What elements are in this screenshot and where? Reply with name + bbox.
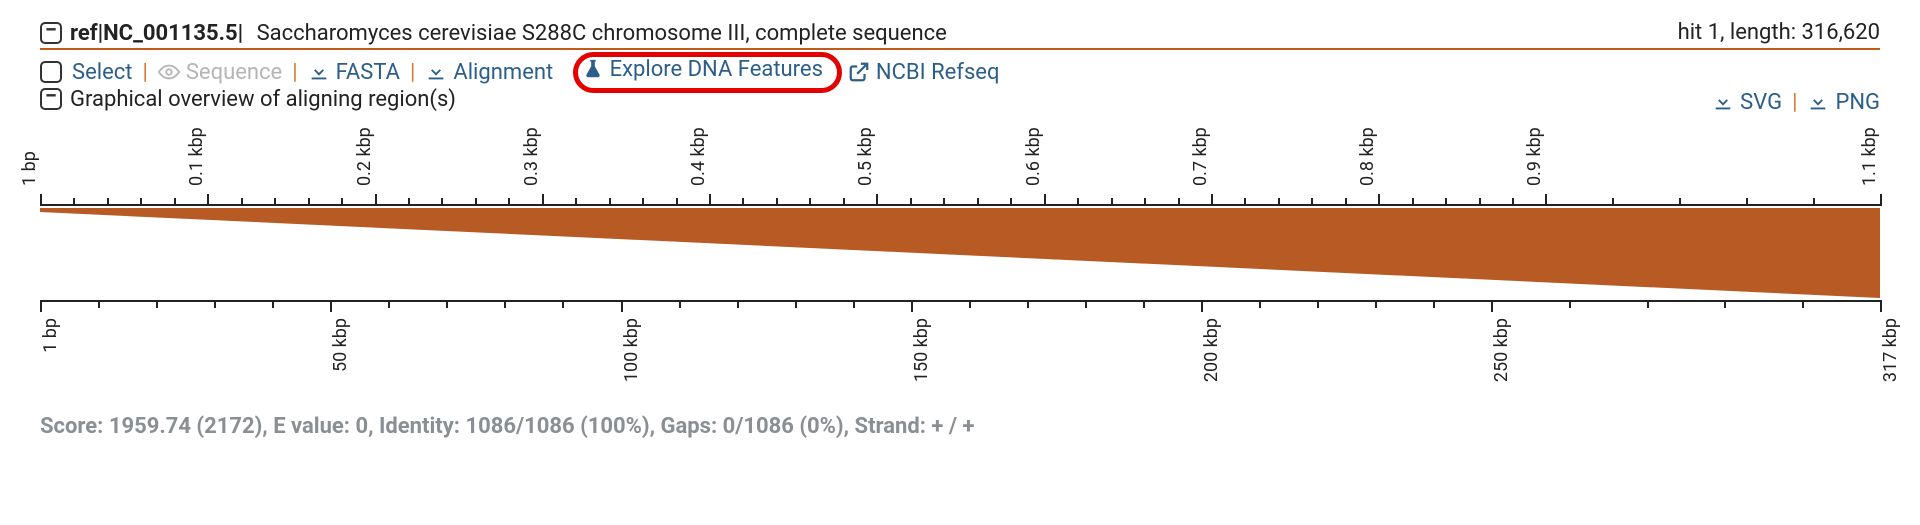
alignment-link[interactable]: Alignment: [425, 60, 553, 85]
select-checkbox[interactable]: [40, 61, 62, 83]
export-png-label: PNG: [1835, 90, 1880, 115]
overview-label: Graphical overview of aligning region(s): [70, 87, 456, 112]
alignment-chart: 1 bp0.1 kbp0.2 kbp0.3 kbp0.4 kbp0.5 kbp0…: [40, 134, 1880, 380]
actions-toolbar: Select | Sequence | FASTA | Alignment |: [40, 56, 999, 90]
explore-dna-link[interactable]: Explore DNA Features: [582, 57, 823, 82]
axis-tick-label: 150 kbp: [911, 318, 932, 382]
axis-tick-label: 1.1 kbp: [1859, 127, 1880, 186]
sequence-label: Sequence: [186, 60, 282, 85]
external-link-icon: [848, 61, 870, 83]
axis-tick-label: 200 kbp: [1201, 318, 1222, 382]
axis-tick-label: 0.9 kbp: [1524, 127, 1545, 186]
axis-tick-label: 1 bp: [19, 151, 40, 186]
axis-tick-label: 317 kbp: [1880, 318, 1901, 382]
select-link[interactable]: Select: [72, 60, 132, 85]
export-svg-link[interactable]: SVG: [1712, 90, 1782, 115]
axis-tick-label: 0.2 kbp: [354, 127, 375, 186]
download-icon: [1807, 91, 1829, 113]
axis-tick-label: 0.7 kbp: [1190, 127, 1211, 186]
ref-id: ref|NC_001135.5|: [70, 21, 243, 46]
overview-header: Graphical overview of aligning region(s): [40, 87, 1880, 112]
axis-tick-label: 50 kbp: [330, 318, 351, 372]
ncbi-label: NCBI Refseq: [876, 60, 1000, 85]
axis-tick-label: 0.6 kbp: [1023, 127, 1044, 186]
download-icon: [308, 61, 330, 83]
download-icon: [425, 61, 447, 83]
axis-tick-label: 0.5 kbp: [855, 127, 876, 186]
axis-tick-label: 0.8 kbp: [1357, 127, 1378, 186]
axis-tick-label: 0.1 kbp: [186, 127, 207, 186]
collapse-toggle-icon[interactable]: [40, 88, 62, 110]
axis-tick-label: 1 bp: [40, 318, 61, 353]
axis-tick-label: 0.3 kbp: [521, 127, 542, 186]
alignment-band: [40, 208, 1880, 298]
export-toolbar: SVG | PNG: [1712, 90, 1880, 115]
hit-length: hit 1, length: 316,620: [1678, 20, 1880, 45]
fasta-label: FASTA: [336, 60, 400, 85]
result-header: ref|NC_001135.5| Saccharomyces cerevisia…: [40, 20, 1880, 50]
sequence-link: Sequence: [158, 60, 282, 85]
axis-tick-label: 250 kbp: [1491, 318, 1512, 382]
fasta-link[interactable]: FASTA: [308, 60, 400, 85]
highlight-annotation: Explore DNA Features: [573, 52, 842, 94]
axis-tick-label: 100 kbp: [621, 318, 642, 382]
top-axis: 1 bp0.1 kbp0.2 kbp0.3 kbp0.4 kbp0.5 kbp0…: [40, 134, 1880, 206]
flask-icon: [582, 58, 604, 80]
explore-label: Explore DNA Features: [610, 57, 823, 82]
bottom-axis: 1 bp50 kbp100 kbp150 kbp200 kbp250 kbp31…: [40, 300, 1880, 380]
alignment-stats: Score: 1959.74 (2172), E value: 0, Ident…: [40, 414, 1880, 439]
collapse-toggle-icon[interactable]: [40, 22, 62, 44]
ncbi-link[interactable]: NCBI Refseq: [848, 60, 1000, 85]
export-png-link[interactable]: PNG: [1807, 90, 1880, 115]
eye-icon: [158, 61, 180, 83]
export-svg-label: SVG: [1740, 90, 1782, 115]
axis-tick-label: 0.4 kbp: [688, 127, 709, 186]
ref-description: Saccharomyces cerevisiae S288C chromosom…: [257, 21, 947, 46]
alignment-label: Alignment: [453, 60, 553, 85]
download-icon: [1712, 91, 1734, 113]
